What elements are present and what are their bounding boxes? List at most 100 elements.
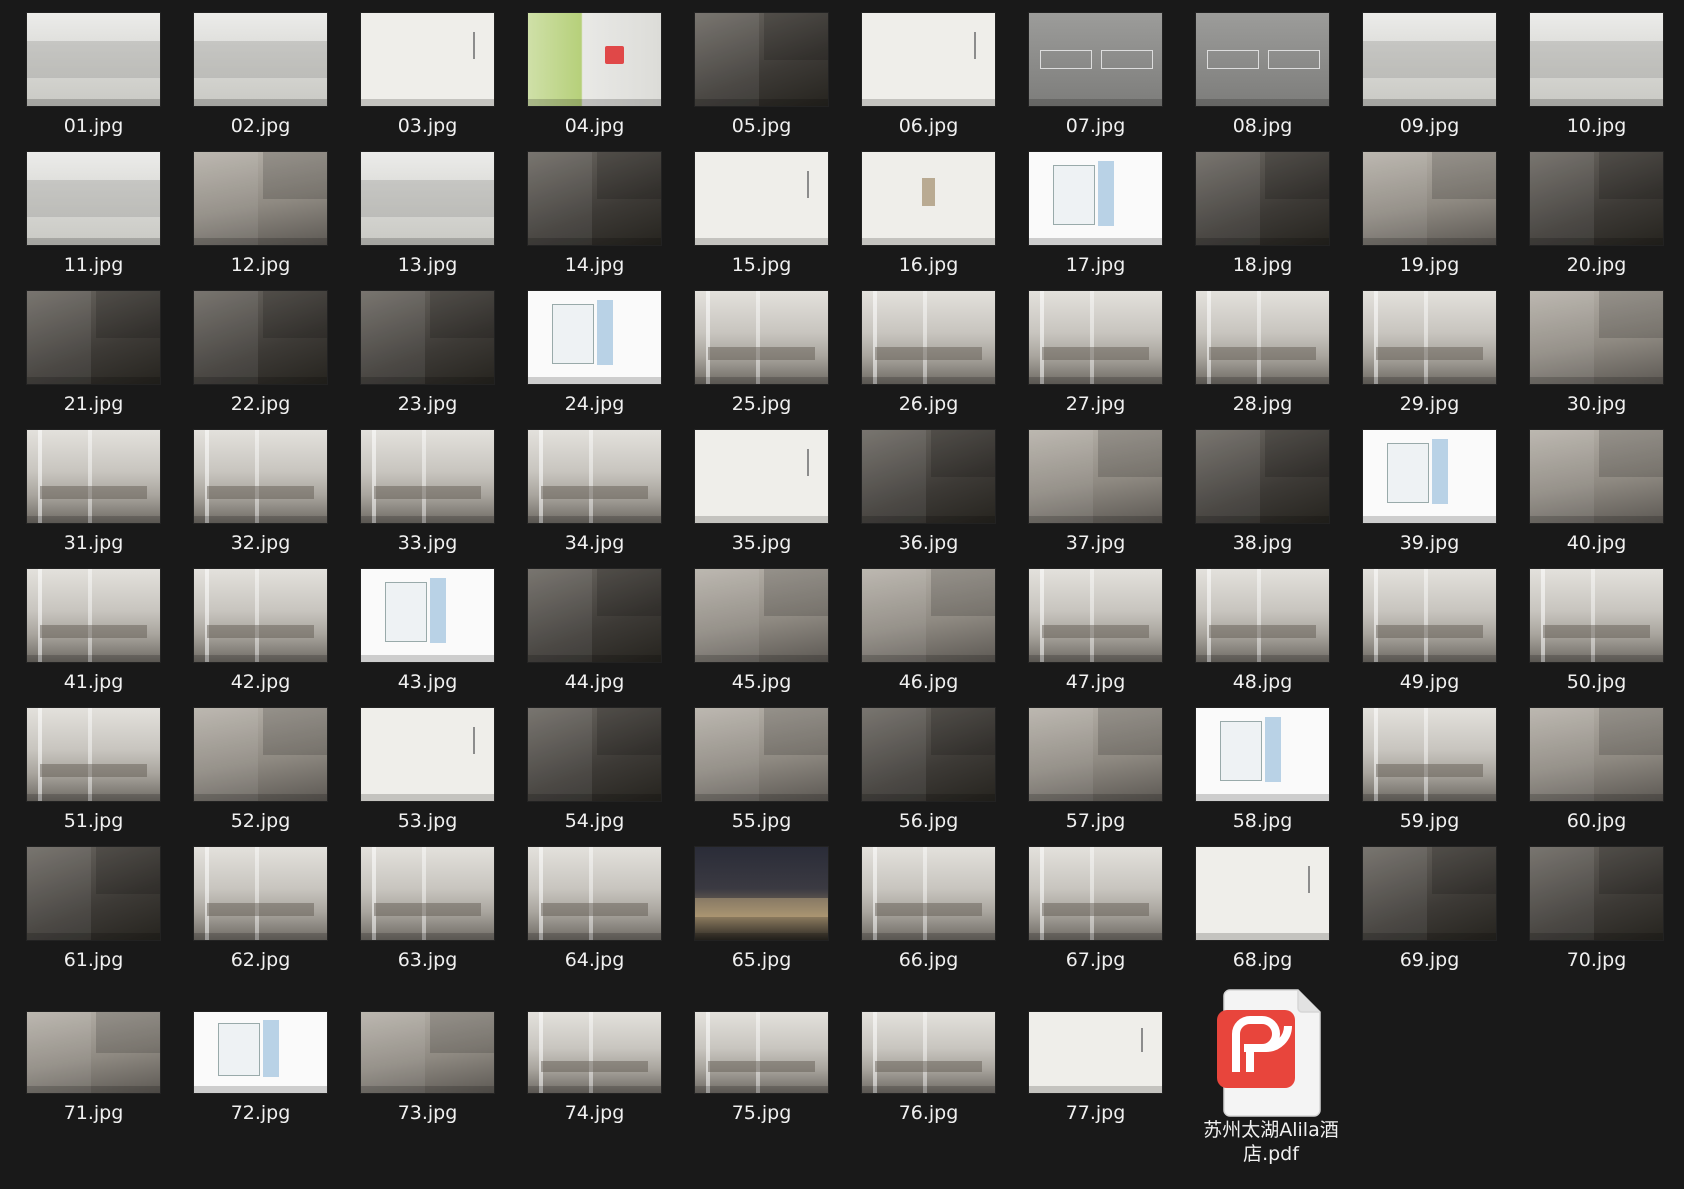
file-item[interactable]: 11.jpg — [27, 152, 160, 291]
file-item[interactable]: 38.jpg — [1196, 430, 1329, 569]
file-item[interactable]: 02.jpg — [194, 13, 327, 152]
file-name: 13.jpg — [397, 254, 458, 276]
pdf-file-item[interactable]: 苏州太湖Alila酒店.pdf — [1196, 988, 1346, 1166]
file-item[interactable]: 06.jpg — [862, 13, 995, 152]
file-item[interactable]: 16.jpg — [862, 152, 995, 291]
file-item[interactable]: 69.jpg — [1363, 847, 1496, 986]
file-item[interactable]: 63.jpg — [361, 847, 494, 986]
file-item[interactable]: 08.jpg — [1196, 13, 1329, 152]
file-item[interactable]: 56.jpg — [862, 708, 995, 847]
file-item[interactable]: 49.jpg — [1363, 569, 1496, 708]
file-thumbnail — [1530, 291, 1663, 384]
file-item[interactable]: 73.jpg — [361, 1012, 494, 1125]
file-item[interactable]: 34.jpg — [528, 430, 661, 569]
file-item[interactable]: 76.jpg — [862, 1012, 995, 1125]
file-item[interactable]: 05.jpg — [695, 13, 828, 152]
file-thumbnail — [1029, 1012, 1162, 1093]
file-item[interactable]: 15.jpg — [695, 152, 828, 291]
file-name: 03.jpg — [397, 115, 458, 137]
file-item[interactable]: 51.jpg — [27, 708, 160, 847]
file-item[interactable]: 41.jpg — [27, 569, 160, 708]
file-item[interactable]: 47.jpg — [1029, 569, 1162, 708]
file-item[interactable]: 57.jpg — [1029, 708, 1162, 847]
file-thumbnail — [1363, 13, 1496, 106]
file-item[interactable]: 75.jpg — [695, 1012, 828, 1125]
file-thumbnail — [528, 847, 661, 940]
file-item[interactable]: 07.jpg — [1029, 13, 1162, 152]
file-thumbnail — [862, 847, 995, 940]
file-item[interactable]: 42.jpg — [194, 569, 327, 708]
file-item[interactable]: 13.jpg — [361, 152, 494, 291]
file-item[interactable]: 45.jpg — [695, 569, 828, 708]
file-item[interactable]: 30.jpg — [1530, 291, 1663, 430]
file-item[interactable]: 61.jpg — [27, 847, 160, 986]
file-item[interactable]: 19.jpg — [1363, 152, 1496, 291]
file-item[interactable]: 55.jpg — [695, 708, 828, 847]
file-item[interactable]: 39.jpg — [1363, 430, 1496, 569]
file-name: 33.jpg — [397, 532, 458, 554]
file-name: 45.jpg — [731, 671, 792, 693]
file-thumbnail — [1530, 569, 1663, 662]
file-thumbnail — [695, 13, 828, 106]
file-item[interactable]: 66.jpg — [862, 847, 995, 986]
file-name: 39.jpg — [1399, 532, 1460, 554]
file-item[interactable]: 35.jpg — [695, 430, 828, 569]
file-item[interactable]: 09.jpg — [1363, 13, 1496, 152]
file-name: 17.jpg — [1065, 254, 1126, 276]
file-item[interactable]: 10.jpg — [1530, 13, 1663, 152]
file-thumbnail — [528, 1012, 661, 1093]
file-item[interactable]: 64.jpg — [528, 847, 661, 986]
file-item[interactable]: 33.jpg — [361, 430, 494, 569]
file-item[interactable]: 23.jpg — [361, 291, 494, 430]
file-item[interactable]: 37.jpg — [1029, 430, 1162, 569]
file-item[interactable]: 40.jpg — [1530, 430, 1663, 569]
file-item[interactable]: 62.jpg — [194, 847, 327, 986]
file-item[interactable]: 77.jpg — [1029, 1012, 1162, 1125]
file-name: 54.jpg — [564, 810, 625, 832]
file-thumbnail — [27, 1012, 160, 1093]
file-item[interactable]: 70.jpg — [1530, 847, 1663, 986]
file-item[interactable]: 72.jpg — [194, 1012, 327, 1125]
file-item[interactable]: 28.jpg — [1196, 291, 1329, 430]
file-thumbnail — [361, 430, 494, 523]
file-name: 50.jpg — [1566, 671, 1627, 693]
file-item[interactable]: 74.jpg — [528, 1012, 661, 1125]
file-item[interactable]: 22.jpg — [194, 291, 327, 430]
file-item[interactable]: 25.jpg — [695, 291, 828, 430]
file-item[interactable]: 18.jpg — [1196, 152, 1329, 291]
file-item[interactable]: 48.jpg — [1196, 569, 1329, 708]
file-item[interactable]: 12.jpg — [194, 152, 327, 291]
file-thumbnail — [361, 291, 494, 384]
file-item[interactable]: 60.jpg — [1530, 708, 1663, 847]
file-item[interactable]: 68.jpg — [1196, 847, 1329, 986]
file-item[interactable]: 26.jpg — [862, 291, 995, 430]
file-item[interactable]: 54.jpg — [528, 708, 661, 847]
file-item[interactable]: 14.jpg — [528, 152, 661, 291]
file-item[interactable]: 53.jpg — [361, 708, 494, 847]
file-item[interactable]: 04.jpg — [528, 13, 661, 152]
file-item[interactable]: 31.jpg — [27, 430, 160, 569]
file-item[interactable]: 46.jpg — [862, 569, 995, 708]
file-item[interactable]: 21.jpg — [27, 291, 160, 430]
file-item[interactable]: 20.jpg — [1530, 152, 1663, 291]
file-item[interactable]: 67.jpg — [1029, 847, 1162, 986]
file-item[interactable]: 50.jpg — [1530, 569, 1663, 708]
file-thumbnail — [695, 708, 828, 801]
file-thumbnail — [862, 13, 995, 106]
file-item[interactable]: 71.jpg — [27, 1012, 160, 1125]
file-item[interactable]: 29.jpg — [1363, 291, 1496, 430]
file-item[interactable]: 44.jpg — [528, 569, 661, 708]
file-item[interactable]: 03.jpg — [361, 13, 494, 152]
file-item[interactable]: 27.jpg — [1029, 291, 1162, 430]
file-item[interactable]: 65.jpg — [695, 847, 828, 986]
file-item[interactable]: 52.jpg — [194, 708, 327, 847]
file-item[interactable]: 58.jpg — [1196, 708, 1329, 847]
file-item[interactable]: 32.jpg — [194, 430, 327, 569]
file-item[interactable]: 17.jpg — [1029, 152, 1162, 291]
file-item[interactable]: 36.jpg — [862, 430, 995, 569]
file-item[interactable]: 59.jpg — [1363, 708, 1496, 847]
file-thumbnail — [194, 430, 327, 523]
file-item[interactable]: 24.jpg — [528, 291, 661, 430]
file-item[interactable]: 43.jpg — [361, 569, 494, 708]
file-item[interactable]: 01.jpg — [27, 13, 160, 152]
